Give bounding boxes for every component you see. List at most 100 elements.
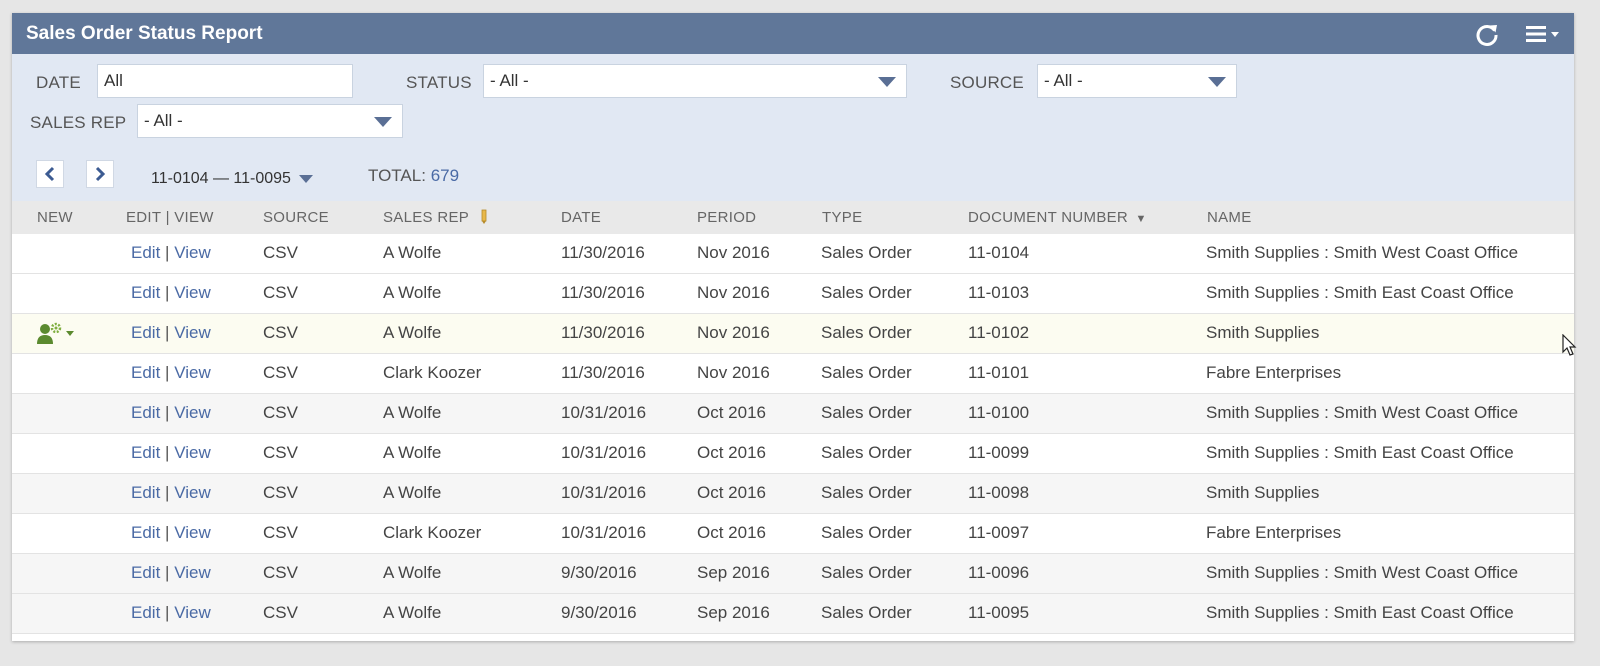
period-cell: Nov 2016 xyxy=(697,243,770,262)
row-actions-menu[interactable] xyxy=(36,320,78,351)
name-cell: Smith Supplies : Smith West Coast Office xyxy=(1206,243,1519,262)
salesrep-filter-label: SALES REP xyxy=(30,113,127,132)
edit-link[interactable]: Edit xyxy=(131,563,160,582)
link-separator: | xyxy=(165,443,170,462)
menu-icon[interactable] xyxy=(1526,24,1560,44)
date-filter-label: DATE xyxy=(36,73,81,92)
link-separator: | xyxy=(165,243,170,262)
edit-link[interactable]: Edit xyxy=(131,443,160,462)
edit-link[interactable]: Edit xyxy=(131,363,160,382)
source-filter-select[interactable]: - All - xyxy=(1037,64,1237,98)
page-range-select[interactable]: 11-0104 — 11-0095 xyxy=(151,170,313,188)
edit-link[interactable]: Edit xyxy=(131,523,160,542)
column-header-type[interactable]: TYPE xyxy=(822,209,862,226)
view-link[interactable]: View xyxy=(174,443,211,462)
chevron-down-icon xyxy=(878,77,896,87)
view-link[interactable]: View xyxy=(174,243,211,262)
table-row: Edit | View CSV A Wolfe 10/31/2016 Oct 2… xyxy=(12,394,1574,434)
type-cell: Sales Order xyxy=(821,483,912,502)
sort-desc-icon: ▼ xyxy=(1135,213,1147,225)
pencil-icon xyxy=(481,209,487,224)
edit-view-links: Edit | View xyxy=(131,283,211,303)
view-link[interactable]: View xyxy=(174,563,211,582)
edit-link[interactable]: Edit xyxy=(131,283,160,302)
table-row: Edit | View CSV A Wolfe 11/30/2016 Nov 2… xyxy=(12,234,1574,274)
edit-link[interactable]: Edit xyxy=(131,603,160,622)
edit-view-links: Edit | View xyxy=(131,483,211,503)
edit-view-links: Edit | View xyxy=(131,403,211,423)
view-link[interactable]: View xyxy=(174,403,211,422)
column-header-document-number[interactable]: DOCUMENT NUMBER ▼ xyxy=(968,209,1147,226)
table-row: Edit | View CSV A Wolfe 9/30/2016 Sep 20… xyxy=(12,554,1574,594)
chevron-down-icon xyxy=(298,175,313,183)
edit-link[interactable]: Edit xyxy=(131,403,160,422)
edit-link[interactable]: Edit xyxy=(131,483,160,502)
view-link[interactable]: View xyxy=(174,603,211,622)
period-cell: Sep 2016 xyxy=(697,563,770,582)
refresh-icon[interactable] xyxy=(1474,21,1500,47)
name-cell: Smith Supplies xyxy=(1206,483,1320,502)
link-separator: | xyxy=(165,403,170,422)
date-cell: 11/30/2016 xyxy=(561,283,645,302)
view-link[interactable]: View xyxy=(174,363,211,382)
view-link[interactable]: View xyxy=(174,283,211,302)
column-header-date[interactable]: DATE xyxy=(561,209,601,226)
column-header-source[interactable]: SOURCE xyxy=(263,209,329,226)
sales-rep-cell: Clark Koozer xyxy=(383,363,482,382)
chevron-down-icon xyxy=(1208,77,1226,87)
document-number-cell: 11-0100 xyxy=(968,403,1030,422)
type-cell: Sales Order xyxy=(821,243,912,262)
sales-rep-cell: A Wolfe xyxy=(383,483,442,502)
sales-rep-header-label: SALES REP xyxy=(383,209,469,226)
table-row: Edit | View CSV A Wolfe 10/31/2016 Oct 2… xyxy=(12,474,1574,514)
edit-link[interactable]: Edit xyxy=(131,323,160,342)
date-filter-input[interactable]: All xyxy=(97,64,353,98)
type-cell: Sales Order xyxy=(821,283,912,302)
type-cell: Sales Order xyxy=(821,523,912,542)
period-cell: Nov 2016 xyxy=(697,323,770,342)
document-number-cell: 11-0103 xyxy=(968,283,1030,302)
link-separator: | xyxy=(165,323,170,342)
previous-page-button[interactable] xyxy=(36,160,64,188)
period-cell: Oct 2016 xyxy=(697,483,766,502)
name-cell: Fabre Enterprises xyxy=(1206,523,1342,542)
column-header-new[interactable]: NEW xyxy=(37,209,73,226)
source-cell: CSV xyxy=(263,323,298,342)
date-cell: 11/30/2016 xyxy=(561,323,645,342)
source-cell: CSV xyxy=(263,243,298,262)
date-cell: 9/30/2016 xyxy=(561,563,637,582)
status-filter-value: - All - xyxy=(490,71,529,90)
salesrep-filter-select[interactable]: - All - xyxy=(137,104,403,138)
source-filter-label: SOURCE xyxy=(950,73,1024,92)
period-cell: Sep 2016 xyxy=(697,603,770,622)
document-number-cell: 11-0095 xyxy=(968,603,1030,622)
edit-view-links: Edit | View xyxy=(131,243,211,263)
document-number-cell: 11-0096 xyxy=(968,563,1030,582)
type-cell: Sales Order xyxy=(821,363,912,382)
page-title: Sales Order Status Report xyxy=(26,22,263,44)
table-row: Edit | View CSV A Wolfe 9/30/2016 Sep 20… xyxy=(12,594,1574,634)
sales-rep-cell: A Wolfe xyxy=(383,283,442,302)
column-header-edit-view[interactable]: EDIT | VIEW xyxy=(126,209,214,226)
view-link[interactable]: View xyxy=(174,483,211,502)
table-header: NEW EDIT | VIEW SOURCE SALES REP DATE PE… xyxy=(12,201,1574,234)
column-header-sales-rep[interactable]: SALES REP xyxy=(383,209,489,226)
total-value: 679 xyxy=(430,166,460,185)
view-link[interactable]: View xyxy=(174,323,211,342)
sales-rep-cell: A Wolfe xyxy=(383,443,442,462)
status-filter-select[interactable]: - All - xyxy=(483,64,907,98)
type-cell: Sales Order xyxy=(821,323,912,342)
sales-rep-cell: A Wolfe xyxy=(383,603,442,622)
view-link[interactable]: View xyxy=(174,523,211,542)
edit-link[interactable]: Edit xyxy=(131,243,160,262)
date-cell: 10/31/2016 xyxy=(561,403,647,422)
column-header-period[interactable]: PERIOD xyxy=(697,209,756,226)
filter-panel: DATE All STATUS - All - SOURCE - All - S… xyxy=(12,54,1574,206)
type-cell: Sales Order xyxy=(821,563,912,582)
next-page-button[interactable] xyxy=(86,160,114,188)
link-separator: | xyxy=(165,283,170,302)
type-cell: Sales Order xyxy=(821,443,912,462)
document-number-cell: 11-0098 xyxy=(968,483,1030,502)
column-header-name[interactable]: NAME xyxy=(1207,209,1252,226)
document-number-cell: 11-0097 xyxy=(968,523,1030,542)
